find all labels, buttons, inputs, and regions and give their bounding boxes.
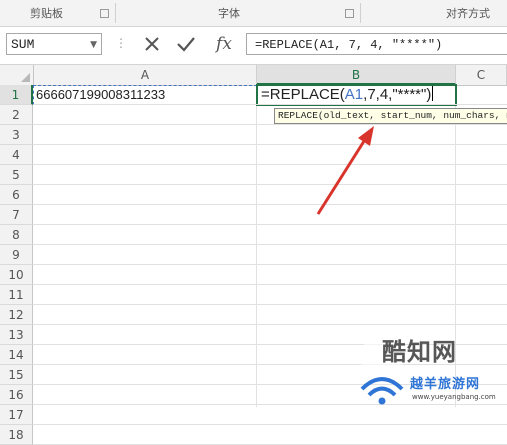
grid-line <box>33 284 507 285</box>
grid-line <box>33 184 507 185</box>
column-header-row: A B C <box>0 65 507 86</box>
row-header-2[interactable]: 2 <box>0 105 33 125</box>
watermark: 酷知网 越羊旅游网 www.yueyangbang.com <box>352 327 507 407</box>
name-box[interactable]: SUM ▼ <box>6 33 102 55</box>
text-cursor <box>432 86 434 101</box>
row-header-12[interactable]: 12 <box>0 305 33 325</box>
column-header-c[interactable]: C <box>456 65 507 85</box>
row-header-4[interactable]: 4 <box>0 145 33 165</box>
x-icon <box>145 37 159 51</box>
formula-input[interactable]: =REPLACE(A1, 7, 4, "****") <box>246 33 507 55</box>
row-header-11[interactable]: 11 <box>0 285 33 305</box>
more-dots-icon: ⋮ <box>115 36 127 50</box>
watermark-sub-text: 越羊旅游网 <box>410 377 481 392</box>
ribbon-separator <box>360 3 361 23</box>
formula-reference: A1 <box>344 86 364 103</box>
cell-a1[interactable]: 666607199008311233 <box>34 85 256 105</box>
clipboard-launcher-icon[interactable] <box>100 9 109 18</box>
row-header-5[interactable]: 5 <box>0 165 33 185</box>
row-header-15[interactable]: 15 <box>0 365 33 385</box>
row-header-1[interactable]: 1 <box>0 85 33 105</box>
row-header-16[interactable]: 16 <box>0 385 33 405</box>
ribbon-group-bar: 剪贴板 字体 对齐方式 <box>0 0 507 27</box>
ribbon-separator <box>115 3 116 23</box>
enter-formula-button[interactable] <box>174 32 198 56</box>
grid-line <box>33 244 507 245</box>
row-header-10[interactable]: 10 <box>0 265 33 285</box>
watermark-url: www.yueyangbang.com <box>412 393 496 401</box>
grid-line <box>33 424 507 425</box>
font-launcher-icon[interactable] <box>345 9 354 18</box>
grid-line <box>33 104 507 105</box>
row-header-14[interactable]: 14 <box>0 345 33 365</box>
row-header-8[interactable]: 8 <box>0 225 33 245</box>
row-header-9[interactable]: 9 <box>0 245 33 265</box>
row-header-6[interactable]: 6 <box>0 185 33 205</box>
insert-function-button[interactable]: fx <box>212 32 236 56</box>
grid-line <box>33 144 507 145</box>
formula-bar: SUM ▼ ⋮ fx =REPLACE(A1, 7, 4, "****") <box>0 27 507 65</box>
grid-line <box>33 124 507 125</box>
formula-suffix: ,7,4,"****") <box>363 86 432 103</box>
column-header-b[interactable]: B <box>257 65 456 85</box>
row-header-7[interactable]: 7 <box>0 205 33 225</box>
check-icon <box>177 37 195 52</box>
formula-prefix: =REPLACE( <box>261 86 345 103</box>
name-box-value: SUM <box>11 37 35 52</box>
row-header-3[interactable]: 3 <box>0 125 33 145</box>
grid-line <box>33 264 507 265</box>
ribbon-group-font: 字体 <box>218 7 240 20</box>
select-all-corner[interactable] <box>0 65 34 85</box>
chevron-down-icon[interactable]: ▼ <box>90 34 97 56</box>
red-arrow-annotation <box>316 126 374 215</box>
cancel-formula-button[interactable] <box>140 32 164 56</box>
cell-b1-editing[interactable]: =REPLACE(A1,7,4,"****") <box>256 84 457 106</box>
row-header-13[interactable]: 13 <box>0 325 33 345</box>
grid-line <box>33 204 507 205</box>
ribbon-group-alignment: 对齐方式 <box>446 7 490 20</box>
column-header-a[interactable]: A <box>34 65 257 85</box>
grid-line <box>33 304 507 305</box>
grid-line <box>33 224 507 225</box>
ribbon-group-clipboard: 剪贴板 <box>30 7 63 20</box>
grid-line <box>33 164 507 165</box>
watermark-main-text: 酷知网 <box>382 338 457 366</box>
row-header-17[interactable]: 17 <box>0 405 33 425</box>
grid-line <box>256 85 257 407</box>
grid-line <box>33 324 507 325</box>
row-header-18[interactable]: 18 <box>0 425 33 445</box>
